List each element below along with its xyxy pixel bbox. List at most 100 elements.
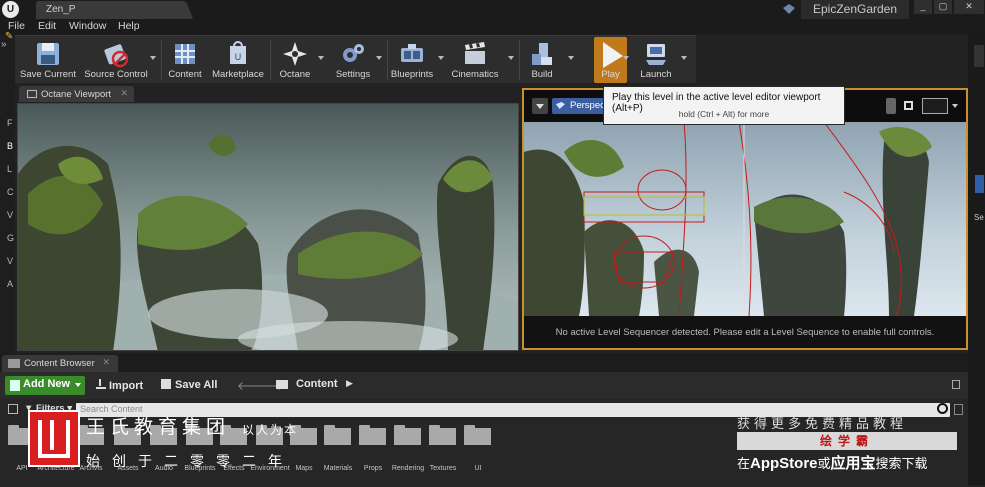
watermark-logo-bar <box>50 420 54 450</box>
play-dropdown-icon[interactable] <box>623 56 629 60</box>
mode-letter-l[interactable]: L <box>7 164 12 174</box>
folder-props[interactable] <box>359 425 386 445</box>
folder-textures[interactable] <box>429 425 456 445</box>
content-browser-tab-label: Content Browser <box>24 358 95 369</box>
watermark-promo: 获得更多免费精品教程 <box>737 416 908 431</box>
build-icon <box>532 43 552 65</box>
blueprints-dropdown-icon[interactable] <box>438 56 444 60</box>
mode-letter-b[interactable]: B <box>7 141 13 151</box>
menu-edit[interactable]: Edit <box>38 20 56 32</box>
build-dropdown-icon[interactable] <box>568 56 574 60</box>
octane-icon <box>283 42 307 66</box>
main-toolbar: Save Current Source Control Content U Ma… <box>15 35 696 83</box>
layout-dropdown-icon[interactable] <box>952 104 958 108</box>
content-browser-tab[interactable]: Content Browser ✕ <box>2 355 118 372</box>
watermark-founded: 始创于二零零二年 <box>86 453 294 469</box>
save-current-button[interactable]: Save Current <box>20 38 76 82</box>
octane-button[interactable]: Octane <box>275 38 315 82</box>
source-control-icon <box>104 44 129 68</box>
wm-mid: 或 <box>817 456 831 471</box>
folder-materials[interactable] <box>324 425 351 445</box>
viewport-options-dropdown[interactable] <box>532 98 548 114</box>
folder-label: UI <box>474 465 482 472</box>
level-sequencer-status: No active Level Sequencer detected. Plea… <box>524 316 966 348</box>
save-all-button[interactable]: Save All <box>161 376 225 395</box>
wm-appstore: AppStore <box>750 455 818 472</box>
level-scene-image <box>524 122 966 316</box>
menu-window[interactable]: Window <box>69 20 106 32</box>
panel-scroll-handle[interactable] <box>974 45 984 67</box>
mode-letter-g[interactable]: G <box>7 233 14 243</box>
folder-rendering[interactable] <box>394 425 421 445</box>
watermark-logo-mark <box>38 420 70 458</box>
save-icon <box>37 43 59 65</box>
settings-label: Settings <box>335 69 371 80</box>
watermark-logo <box>28 410 80 467</box>
play-button[interactable]: Play <box>593 38 628 82</box>
wm-pre: 在 <box>737 456 751 471</box>
maximize-viewport-icon[interactable] <box>904 101 913 110</box>
content-icon <box>175 44 195 64</box>
mode-letter-v2[interactable]: V <box>7 256 13 266</box>
path-chevron-icon[interactable]: ▶ <box>346 378 353 389</box>
marketplace-button[interactable]: U Marketplace <box>211 38 265 82</box>
import-label: Import <box>109 380 144 392</box>
content-button[interactable]: Content <box>167 38 203 82</box>
blueprints-button[interactable]: Blueprints <box>391 38 433 82</box>
realtime-toggle-icon[interactable] <box>886 98 896 114</box>
lock-icon[interactable] <box>952 380 960 389</box>
import-button[interactable]: Import <box>96 376 154 395</box>
settings-button[interactable]: Settings <box>333 38 373 82</box>
add-new-button[interactable]: Add New <box>5 376 85 395</box>
octane-viewport-tab[interactable]: Octane Viewport ✕ <box>19 86 134 102</box>
source-control-dropdown-icon[interactable] <box>150 56 156 60</box>
settings-icon <box>343 44 364 62</box>
close-button[interactable]: ✕ <box>954 0 984 14</box>
path-content[interactable]: Content <box>296 378 338 390</box>
watermark-app-name: 绘学霸 <box>737 432 957 450</box>
viewport-tab-icon <box>27 90 37 98</box>
source-control-button[interactable]: Source Control <box>84 38 148 82</box>
marketplace-label: Marketplace <box>212 69 264 80</box>
blueprints-label: Blueprints <box>390 69 434 80</box>
mode-letter-f[interactable]: F <box>7 118 13 128</box>
build-button[interactable]: Build <box>523 38 561 82</box>
mode-letter-v[interactable]: V <box>7 210 13 220</box>
marketplace-icon: U <box>230 41 246 64</box>
watermark-download-line: 在AppStore或应用宝搜索下载 <box>737 452 928 473</box>
layout-icon[interactable] <box>922 98 948 114</box>
launch-label: Launch <box>640 69 672 80</box>
sources-panel-icon[interactable] <box>8 404 18 414</box>
launch-icon <box>646 44 666 65</box>
unreal-logo-icon: U <box>2 1 19 18</box>
close-icon[interactable]: ✕ <box>102 357 110 368</box>
launch-button[interactable]: Launch <box>635 38 677 82</box>
octane-viewport-tab-label: Octane Viewport <box>41 89 112 100</box>
maximize-button[interactable]: ▢ <box>934 0 952 14</box>
octane-dropdown-icon[interactable] <box>318 56 324 60</box>
cinematics-button[interactable]: Cinematics <box>452 38 499 82</box>
minimize-button[interactable]: _ <box>914 0 932 14</box>
search-icon[interactable] <box>937 403 948 414</box>
octane-render-view[interactable] <box>17 103 519 351</box>
lock-icon[interactable] <box>954 404 963 415</box>
settings-dropdown-icon[interactable] <box>376 56 382 60</box>
mode-letter-c[interactable]: C <box>7 187 14 197</box>
level-tab[interactable]: Zen_P <box>36 1 193 19</box>
watermark-slogan: 以人为本 <box>242 423 299 437</box>
close-icon[interactable]: ✕ <box>120 88 128 99</box>
launch-dropdown-icon[interactable] <box>681 56 687 60</box>
panel-tab-marker[interactable] <box>975 175 984 193</box>
chevron-down-icon <box>75 383 81 387</box>
mode-letter-a[interactable]: A <box>7 279 13 289</box>
menu-bar: File Edit Window Help <box>0 19 985 35</box>
level-editor-viewport[interactable]: Perspec No active Level Sequencer detect… <box>522 88 968 350</box>
source-control-label: Source Control <box>84 69 148 80</box>
cinematics-label: Cinematics <box>451 69 499 80</box>
cinematics-dropdown-icon[interactable] <box>508 56 514 60</box>
svg-text:U: U <box>235 52 242 62</box>
menu-help[interactable]: Help <box>118 20 140 32</box>
content-browser-tabbar <box>0 353 968 372</box>
project-name: EpicZenGarden <box>801 0 909 19</box>
folder-ui[interactable] <box>464 425 491 445</box>
